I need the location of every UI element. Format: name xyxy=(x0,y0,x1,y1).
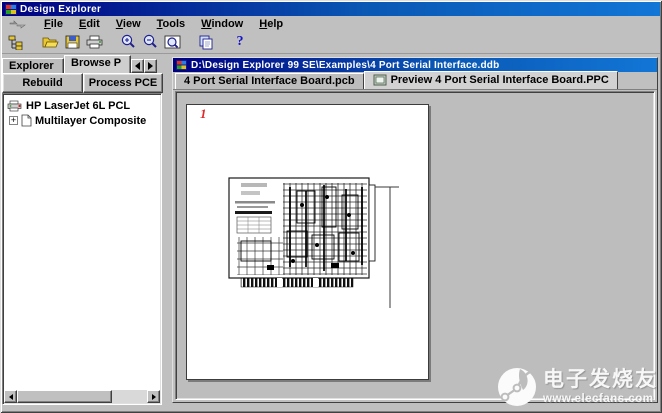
zoom-out-icon xyxy=(142,34,158,50)
preview-page[interactable]: 1 xyxy=(186,104,429,380)
tree-row-printer[interactable]: HP LaserJet 6L PCL xyxy=(7,98,159,113)
tree-label-composite: Multilayer Composite xyxy=(35,115,146,127)
copy-button[interactable] xyxy=(196,33,216,51)
tab-explorer[interactable]: Explorer xyxy=(2,58,64,73)
arrow-left-icon xyxy=(9,394,13,400)
arrow-right-icon xyxy=(152,394,156,400)
explorer-panel-button[interactable] xyxy=(6,33,26,51)
open-button[interactable] xyxy=(40,33,60,51)
save-icon xyxy=(65,35,80,49)
watermark-brand-name: 电子发烧友 xyxy=(543,369,658,390)
printer-tree[interactable]: HP LaserJet 6L PCL + Multilayer Composit… xyxy=(2,93,162,405)
explorer-panel: Explorer Browse P Rebuild Process PCE HP… xyxy=(2,55,163,405)
left-button-row: Rebuild Process PCE xyxy=(2,73,163,93)
menu-window[interactable]: Window xyxy=(193,17,251,31)
document-tab-row: 4 Port Serial Interface Board.pcb Previe… xyxy=(173,72,657,90)
zoom-out-button[interactable] xyxy=(140,33,160,51)
help-button[interactable]: ? xyxy=(230,33,250,51)
tree-horizontal-scrollbar[interactable] xyxy=(4,390,160,403)
explorer-tree-icon xyxy=(8,35,24,50)
elecfans-logo-icon xyxy=(496,365,538,409)
watermark-url: www.elecfans.com xyxy=(543,393,658,405)
printer-icon xyxy=(86,35,103,49)
document-path-title: D:\Design Explorer 99 SE\Examples\4 Port… xyxy=(191,60,499,71)
scroll-right-button[interactable] xyxy=(147,390,160,403)
tree-label-printer: HP LaserJet 6L PCL xyxy=(26,100,130,112)
menu-edit[interactable]: Edit xyxy=(71,17,108,31)
menu-help[interactable]: Help xyxy=(251,17,291,31)
app-logo-icon xyxy=(5,4,17,15)
help-icon: ? xyxy=(237,34,244,50)
tree-row-composite[interactable]: + Multilayer Composite xyxy=(7,113,159,128)
tab-preview-ppc[interactable]: Preview 4 Port Serial Interface Board.PP… xyxy=(364,71,618,89)
arrow-left-icon xyxy=(135,62,140,70)
zoom-in-icon xyxy=(120,34,136,50)
arrow-right-icon xyxy=(148,62,153,70)
scrollbar-thumb[interactable] xyxy=(17,390,112,403)
database-document-icon xyxy=(176,60,187,70)
menu-file[interactable]: File xyxy=(36,17,71,31)
zoom-in-button[interactable] xyxy=(118,33,138,51)
rebuild-button[interactable]: Rebuild xyxy=(2,73,83,93)
tab-browse-pcbprint[interactable]: Browse P xyxy=(64,55,131,73)
left-tab-row: Explorer Browse P xyxy=(2,55,163,73)
document-titlebar[interactable]: D:\Design Explorer 99 SE\Examples\4 Port… xyxy=(173,58,657,72)
process-pcb-button[interactable]: Process PCE xyxy=(83,73,163,93)
copy-icon xyxy=(198,35,214,50)
print-button[interactable] xyxy=(84,33,104,51)
tree-expander-plus[interactable]: + xyxy=(9,116,18,125)
window-title: Design Explorer xyxy=(20,4,101,15)
document-icon xyxy=(21,114,32,127)
preview-page-icon xyxy=(373,74,387,86)
scrollbar-track[interactable] xyxy=(112,390,147,403)
menu-bar: File Edit View Tools Window Help xyxy=(2,16,660,31)
zoom-document-icon xyxy=(164,34,181,50)
save-button[interactable] xyxy=(62,33,82,51)
main-toolbar: ? xyxy=(2,31,660,54)
elecfans-watermark: 电子发烧友 www.elecfans.com xyxy=(496,365,658,409)
menu-grip-icon[interactable] xyxy=(8,19,30,29)
tab-pcb-label: 4 Port Serial Interface Board.pcb xyxy=(184,75,355,87)
scroll-left-button[interactable] xyxy=(4,390,17,403)
tab-preview-label: Preview 4 Port Serial Interface Board.PP… xyxy=(391,74,609,86)
tab-scroll-right-button[interactable] xyxy=(144,59,157,73)
tab-scroll-left-button[interactable] xyxy=(131,59,144,73)
window-titlebar[interactable]: Design Explorer xyxy=(2,2,660,16)
tab-pcb-document[interactable]: 4 Port Serial Interface Board.pcb xyxy=(175,73,364,89)
pcb-board-drawing xyxy=(227,175,399,309)
document-panel: D:\Design Explorer 99 SE\Examples\4 Port… xyxy=(172,57,658,403)
printer-icon xyxy=(7,100,23,112)
zoom-document-button[interactable] xyxy=(162,33,182,51)
open-folder-icon xyxy=(42,35,59,49)
print-preview-area[interactable]: 1 xyxy=(175,91,655,400)
page-number: 1 xyxy=(200,106,207,122)
menu-tools[interactable]: Tools xyxy=(149,17,194,31)
menu-view[interactable]: View xyxy=(108,17,149,31)
